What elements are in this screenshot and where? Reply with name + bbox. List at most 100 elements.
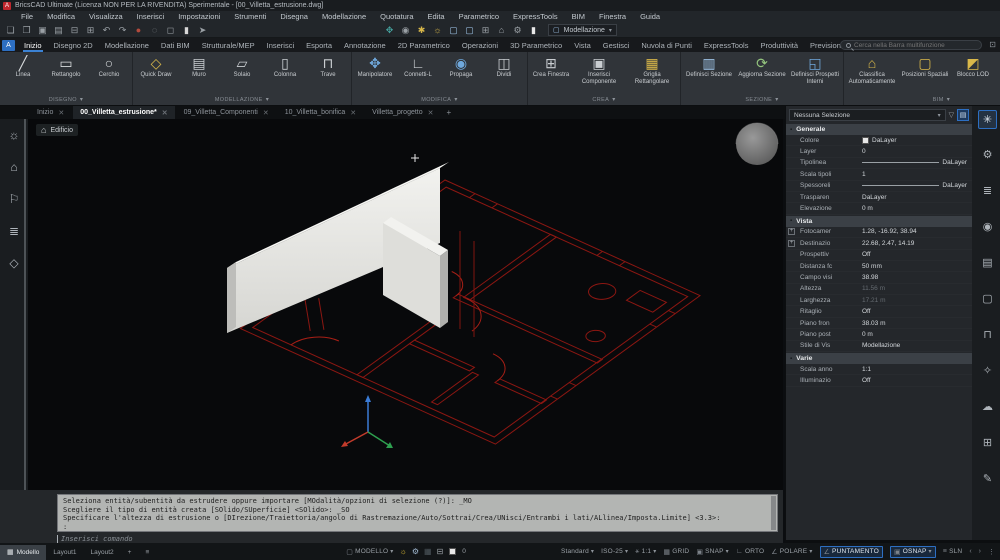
lamp-icon[interactable]: ☼ (400, 547, 407, 556)
menu-item-modifica[interactable]: Modifica (40, 11, 82, 22)
status-toggle-polare[interactable]: ∠POLARE▾ (771, 548, 812, 556)
menu-item-disegna[interactable]: Disegna (273, 11, 315, 22)
space-selector[interactable]: ▢ MODELLO ▾ (346, 548, 393, 556)
rettangolo-button[interactable]: ▭Rettangolo (45, 53, 87, 79)
status-toggle-orto[interactable]: ∟ORTO (736, 548, 764, 555)
tab-modellazione[interactable]: Modellazione (99, 39, 155, 52)
redo-icon[interactable]: ↷ (116, 22, 129, 38)
cerchio-button[interactable]: ○Cerchio (88, 53, 130, 79)
propaga-button[interactable]: ◉Propaga (440, 53, 482, 79)
quick-draw-button[interactable]: ◇Quick Draw (135, 53, 177, 79)
colonna-button[interactable]: ▯Colonna (264, 53, 306, 79)
inserisci-componente-button[interactable]: ▣Inserisci Componente (573, 53, 625, 85)
layout-tab-layout1[interactable]: Layout1 (46, 545, 83, 560)
command-input[interactable]: Inserisci comando (57, 535, 133, 543)
redline-icon[interactable]: ● (132, 22, 145, 38)
status-toggle-sln[interactable]: ≡SLN (943, 548, 963, 555)
tab-nuvola-di-punti[interactable]: Nuvola di Punti (635, 39, 697, 52)
posizioni-spaziali-button[interactable]: ▢Posizioni Spaziali (899, 53, 951, 79)
table-icon[interactable]: ⊞ (479, 22, 492, 38)
workspace-dropdown[interactable]: ▢Modellazione▾ (548, 24, 617, 36)
menu-item-impostazioni[interactable]: Impostazioni (171, 11, 227, 22)
tab-annotazione[interactable]: Annotazione (338, 39, 392, 52)
menu-item-quotatura[interactable]: Quotatura (373, 11, 420, 22)
doc-tab-villetta-progetto[interactable]: Villetta_progetto✕ (365, 106, 440, 119)
status-toggle-grid[interactable]: ▦GRID (663, 548, 689, 556)
tab-vista[interactable]: Vista (568, 39, 597, 52)
tips-panel-icon[interactable]: ✧ (978, 362, 997, 381)
structure-panel-icon[interactable]: ⊓ (978, 326, 997, 345)
tab-gestisci[interactable]: Gestisci (597, 39, 636, 52)
layout-menu-icon[interactable]: ≡ (138, 545, 156, 560)
status-toggle-puntamento[interactable]: ∠PUNTAMENTO (820, 546, 883, 558)
current-layer-label[interactable]: 0 (462, 548, 466, 555)
tab-inizio[interactable]: Inizio (18, 39, 48, 52)
current-color-swatch[interactable]: ▮ (527, 22, 540, 38)
status-toggle-standard[interactable]: Standard▾ (561, 548, 594, 555)
structure-browser-icon[interactable]: ≣ (4, 224, 24, 238)
blocco-lod-button[interactable]: ◩Blocco LOD (952, 53, 994, 79)
layout-tab-modello[interactable]: ▦Modello (0, 545, 46, 560)
ribbon-group-label[interactable]: MODELLAZIONE▾ (135, 94, 349, 105)
tips-icon[interactable]: ☼ (4, 128, 24, 142)
menu-item-edita[interactable]: Edita (421, 11, 452, 22)
ribbon-pin-icon[interactable]: ⊡ (989, 40, 996, 49)
tab-expresstools[interactable]: ExpressTools (698, 39, 755, 52)
lod-button[interactable]: ◪LOD (995, 53, 1000, 79)
tab-strutturale-mep[interactable]: Strutturale/MEP (196, 39, 261, 52)
breadcrumb[interactable]: ⌂ Edificio (36, 124, 78, 136)
layers-panel-icon[interactable]: ≣ (978, 182, 997, 201)
undo-icon[interactable]: ↶ (100, 22, 113, 38)
definisci-prospetti-interni-button[interactable]: ◱Definisci Prospetti Interni (789, 53, 841, 85)
materials-panel-icon[interactable]: ▤ (978, 254, 997, 273)
ribbon-group-label[interactable]: MODIFICA▾ (354, 94, 525, 105)
quick-select-button[interactable]: ▤ (957, 109, 969, 121)
viewport-canvas[interactable]: ⌂ Edificio (28, 119, 783, 490)
status-overflow-icon[interactable]: ⋮ (988, 548, 995, 556)
left-scroll-strip[interactable] (24, 119, 26, 490)
plot-icon[interactable]: ⊞ (84, 22, 97, 38)
close-icon[interactable]: ✕ (263, 109, 269, 117)
sheets-panel-icon[interactable]: ⊞ (978, 434, 997, 453)
add-layout-button[interactable]: + (121, 545, 139, 560)
ribbon-search[interactable] (840, 40, 982, 50)
section-header-vista[interactable]: ▪Vista (786, 216, 972, 227)
tab-produttivit[interactable]: Produttività (754, 39, 804, 52)
settings-sliders-icon[interactable]: ⚙ (978, 146, 997, 165)
doc-tab-09-villetta-componenti[interactable]: 09_Villetta_Componenti✕ (177, 106, 276, 119)
linea-button[interactable]: ╱Linea (2, 53, 44, 79)
close-icon[interactable]: ✕ (162, 109, 168, 117)
menu-item-visualizza[interactable]: Visualizza (82, 11, 130, 22)
doc-tab-inizio[interactable]: Inizio✕ (30, 106, 71, 119)
manipolatore-button[interactable]: ✥Manipolatore (354, 53, 396, 79)
tab-2d-parametrico[interactable]: 2D Parametrico (392, 39, 456, 52)
ribbon-app-button[interactable]: A (2, 40, 15, 51)
griglia-rettangolare-button[interactable]: ▦Griglia Rettangolare (626, 53, 678, 85)
ribbon-group-label[interactable]: SEZIONE▾ (683, 94, 841, 105)
status-toggle-snap[interactable]: ▣SNAP▾ (696, 548, 729, 556)
menu-item-expresstools[interactable]: ExpressTools (506, 11, 565, 22)
solaio-button[interactable]: ▱Solaio (221, 53, 263, 79)
status-toggle-iso-25[interactable]: ISO-25▾ (601, 548, 628, 555)
close-icon[interactable]: ✕ (58, 109, 64, 117)
home-view-icon[interactable]: ⌂ (495, 22, 508, 38)
doc-tab-00-villetta-estrusione[interactable]: 00_Villetta_estrusione*✕ (73, 106, 174, 119)
open-file-icon[interactable]: ❐ (20, 22, 33, 38)
menu-item-modellazione[interactable]: Modellazione (315, 11, 373, 22)
assistant-icon[interactable]: ⚐ (4, 192, 24, 206)
tab-3d-parametrico[interactable]: 3D Parametrico (504, 39, 568, 52)
expand-icon[interactable]: + (788, 240, 795, 247)
muro-button[interactable]: ▤Muro (178, 53, 220, 79)
section-header-generale[interactable]: ▪Generale (786, 124, 972, 135)
ribbon-group-label[interactable]: DISEGNO▾ (2, 94, 130, 105)
ribbon-search-input[interactable] (854, 42, 976, 49)
print-icon[interactable]: ⊟ (68, 22, 81, 38)
expand-icon[interactable]: + (788, 228, 795, 235)
tab-operazioni[interactable]: Operazioni (456, 39, 504, 52)
annotate-icon[interactable]: ✱ (415, 22, 428, 38)
aggiorna-sezione-button[interactable]: ⟳Aggiorna Sezione (736, 53, 788, 79)
sun-light-icon[interactable]: ☼ (431, 22, 444, 38)
doc-tab-10-villetta-bonifica[interactable]: 10_Villetta_bonifica✕ (278, 106, 363, 119)
render-sphere-icon[interactable]: ◌ (148, 22, 161, 38)
select-tools-icon[interactable]: ✥ (383, 22, 396, 38)
